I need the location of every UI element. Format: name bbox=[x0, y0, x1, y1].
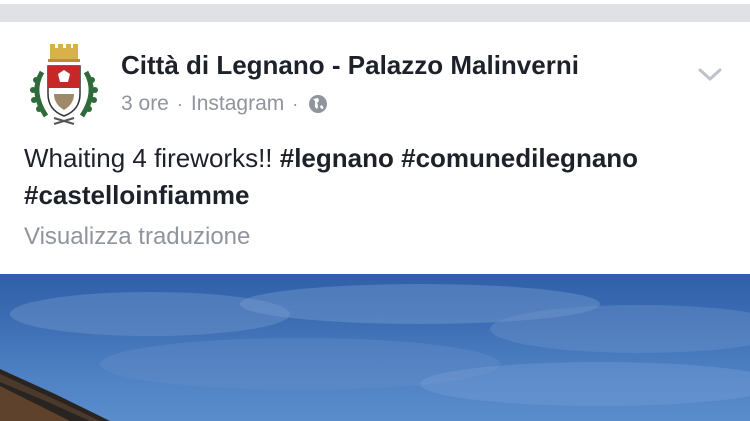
post-meta: 3 ore · Instagram · bbox=[121, 92, 328, 116]
post-text: Whaiting 4 fireworks!! #legnano #comuned… bbox=[24, 140, 724, 214]
post-text-plain: Whaiting 4 fireworks!! bbox=[24, 143, 280, 173]
hashtag-link[interactable]: #legnano bbox=[280, 143, 394, 173]
post-card: Città di Legnano - Palazzo Malinverni 3 … bbox=[0, 22, 750, 274]
hashtag-link[interactable]: #castelloinfiamme bbox=[24, 180, 249, 210]
meta-separator: · bbox=[176, 93, 183, 114]
see-translation-link[interactable]: Visualizza traduzione bbox=[24, 223, 250, 251]
post-author[interactable]: Città di Legnano - Palazzo Malinverni bbox=[121, 50, 579, 81]
top-bar bbox=[0, 0, 750, 22]
post-time[interactable]: 3 ore bbox=[121, 92, 169, 116]
meta-separator: · bbox=[292, 93, 299, 114]
chevron-down-icon[interactable] bbox=[696, 60, 724, 88]
post-source: Instagram bbox=[190, 92, 285, 115]
feed-divider bbox=[0, 4, 750, 22]
post-photo[interactable] bbox=[0, 274, 750, 421]
hashtag-link[interactable]: #comunedilegnano bbox=[401, 143, 638, 173]
globe-icon[interactable] bbox=[308, 94, 328, 114]
city-coat-of-arms-icon[interactable] bbox=[24, 44, 104, 128]
